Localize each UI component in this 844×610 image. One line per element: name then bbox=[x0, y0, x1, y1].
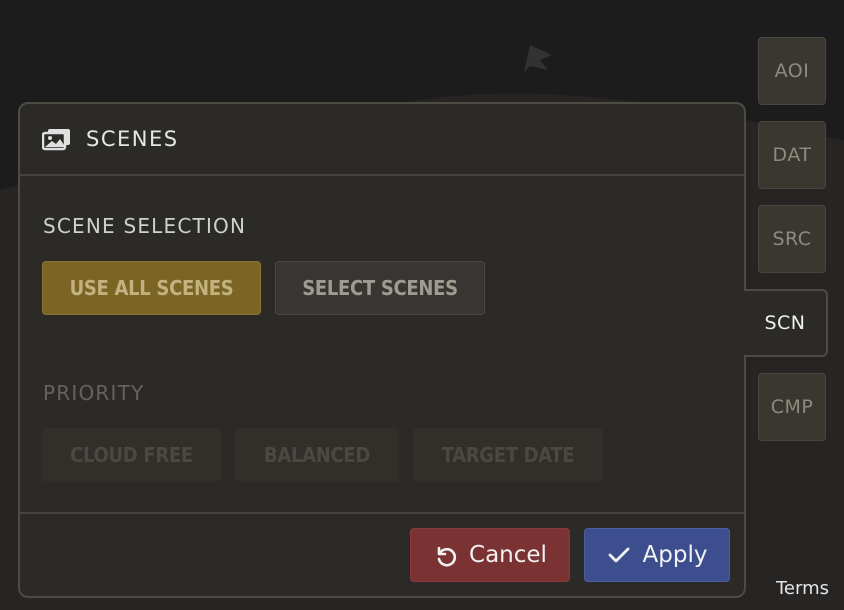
panel-title: SCENES bbox=[86, 127, 179, 151]
panel-header: SCENES bbox=[20, 104, 744, 176]
balanced-button: BALANCED bbox=[235, 428, 399, 482]
tab-dat[interactable]: DAT bbox=[758, 121, 826, 189]
select-scenes-button[interactable]: SELECT SCENES bbox=[275, 261, 485, 315]
tab-cmp[interactable]: CMP bbox=[758, 373, 826, 441]
panel-footer-divider bbox=[20, 512, 744, 514]
scene-selection-label: SCENE SELECTION bbox=[43, 214, 247, 238]
undo-icon bbox=[437, 546, 457, 567]
use-all-scenes-button[interactable]: USE ALL SCENES bbox=[42, 261, 261, 315]
images-icon bbox=[42, 129, 70, 151]
apply-label: Apply bbox=[642, 542, 708, 568]
tab-src[interactable]: SRC bbox=[758, 205, 826, 273]
cancel-label: Cancel bbox=[469, 542, 547, 568]
scenes-panel: SCENES SCENE SELECTION USE ALL SCENES SE… bbox=[18, 102, 746, 598]
tab-scn[interactable]: SCN bbox=[744, 289, 828, 357]
target-date-button: TARGET DATE bbox=[413, 428, 603, 482]
apply-button[interactable]: Apply bbox=[584, 528, 730, 582]
tab-aoi[interactable]: AOI bbox=[758, 37, 826, 105]
priority-label: PRIORITY bbox=[43, 381, 145, 405]
cloud-free-button: CLOUD FREE bbox=[42, 428, 221, 482]
check-icon bbox=[608, 547, 629, 563]
cancel-button[interactable]: Cancel bbox=[410, 528, 570, 582]
terms-link[interactable]: Terms bbox=[776, 578, 829, 604]
